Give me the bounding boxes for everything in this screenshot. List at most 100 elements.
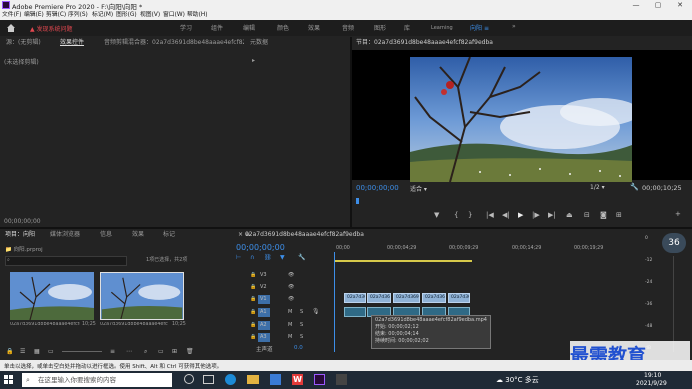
playhead-marker[interactable] bbox=[356, 198, 359, 204]
menu-window[interactable]: 窗口(W) bbox=[163, 11, 185, 20]
track-eye-icon[interactable]: 👁 bbox=[288, 284, 294, 290]
workspace-editing[interactable]: 编辑 bbox=[243, 23, 255, 32]
solo-button[interactable]: S bbox=[300, 309, 303, 315]
export-frame-icon[interactable]: ◙ bbox=[600, 211, 607, 219]
linked-selection-icon[interactable]: ⛓ bbox=[264, 254, 272, 261]
track-label-a2[interactable]: A2 bbox=[258, 321, 270, 330]
workspace-overflow-icon[interactable]: » bbox=[512, 23, 516, 30]
sort-icon[interactable]: ≡ bbox=[110, 348, 115, 355]
task-view-icon[interactable] bbox=[203, 375, 214, 384]
weather-widget[interactable]: ☁ 30°C 多云 bbox=[496, 375, 539, 385]
track-label-v1[interactable]: V1 bbox=[258, 295, 270, 304]
timeline-settings-icon[interactable]: 🔧 bbox=[298, 254, 305, 261]
workspace-effects[interactable]: 效果 bbox=[308, 23, 320, 32]
home-icon[interactable] bbox=[6, 23, 16, 33]
tab-info[interactable]: 信息 bbox=[100, 229, 112, 241]
track-eye-icon[interactable]: 👁 bbox=[288, 272, 294, 278]
track-lock-icon[interactable]: 🔒 bbox=[250, 334, 256, 340]
add-marker-timeline-icon[interactable]: ▼ bbox=[280, 254, 285, 261]
tab-markers[interactable]: 标记 bbox=[163, 229, 175, 241]
premiere-taskbar-icon[interactable] bbox=[314, 374, 325, 385]
insert-sequence-icon[interactable]: ⊢ bbox=[236, 254, 241, 261]
program-scrubber[interactable] bbox=[356, 198, 686, 204]
maximize-button[interactable]: ▢ bbox=[648, 0, 668, 11]
menu-marker[interactable]: 标记(M) bbox=[92, 11, 113, 20]
time-ruler[interactable]: 00;00 00;00;04;29 00;00;09;29 00;00;14;2… bbox=[334, 246, 640, 256]
video-clip[interactable]: 02a7d369 bbox=[393, 293, 420, 303]
project-item-thumbnail[interactable] bbox=[10, 272, 94, 320]
timeline-sequence-tab[interactable]: × 02a7d3691d8be48aaae4efcf82af9edba ≡ bbox=[238, 229, 364, 241]
new-item-icon[interactable]: ⊞ bbox=[172, 348, 177, 355]
zoom-slider[interactable] bbox=[62, 351, 102, 352]
menu-sequence[interactable]: 序列(S) bbox=[68, 11, 88, 20]
workspace-color[interactable]: 颜色 bbox=[277, 23, 289, 32]
workspace-libraries[interactable]: 库 bbox=[404, 23, 410, 32]
file-explorer-icon[interactable] bbox=[247, 375, 259, 384]
menu-clip[interactable]: 剪辑(C) bbox=[46, 11, 66, 20]
fit-dropdown[interactable]: 适合 ▾ bbox=[410, 184, 427, 193]
go-to-out-icon[interactable]: ▶| bbox=[548, 211, 556, 219]
track-lock-icon[interactable]: 🔒 bbox=[250, 296, 256, 302]
workspace-xiangyang[interactable]: 向阳 ≡ bbox=[470, 23, 489, 32]
workspace-graphics[interactable]: 图形 bbox=[374, 23, 386, 32]
cortana-icon[interactable] bbox=[184, 374, 194, 384]
menu-view[interactable]: 视图(V) bbox=[140, 11, 160, 20]
wps-icon[interactable]: W bbox=[292, 374, 303, 385]
add-marker-icon[interactable]: ▼ bbox=[434, 211, 439, 219]
video-clip[interactable]: 02a7d369 bbox=[448, 293, 470, 303]
snap-icon[interactable]: ∩ bbox=[250, 254, 254, 261]
clock-time[interactable]: 19:10 bbox=[644, 372, 661, 379]
tab-metadata[interactable]: 元数据 bbox=[250, 37, 268, 49]
track-lock-icon[interactable]: 🔒 bbox=[250, 272, 256, 278]
tab-media-browser[interactable]: 媒体浏览器 bbox=[50, 229, 80, 241]
workspace-audio[interactable]: 音频 bbox=[342, 23, 354, 32]
taskbar-search-box[interactable]: ⌕ 在这里输入你要搜索的内容 bbox=[22, 373, 172, 387]
program-title[interactable]: 节目：02a7d3691d8be48aaae4efcf82af9edba bbox=[356, 37, 493, 49]
add-button-icon[interactable]: + bbox=[675, 210, 681, 218]
master-track-value[interactable]: 0.0 bbox=[294, 345, 303, 351]
video-clip[interactable]: 02a7d369 bbox=[344, 293, 366, 303]
step-forward-icon[interactable]: |▶ bbox=[532, 211, 540, 219]
tab-project[interactable]: 项目：向阳 bbox=[5, 229, 35, 241]
store-icon[interactable] bbox=[270, 374, 281, 385]
effect-controls-expand-icon[interactable]: ▸ bbox=[252, 57, 255, 64]
mute-button[interactable]: M bbox=[288, 309, 292, 315]
wrench-icon[interactable]: 🔧 bbox=[630, 183, 639, 191]
tab-source[interactable]: 源：(无剪辑) bbox=[6, 37, 41, 49]
menu-edit[interactable]: 编辑(E) bbox=[24, 11, 44, 20]
delete-icon[interactable]: 🗑 bbox=[186, 348, 194, 355]
clock-date[interactable]: 2021/9/29 bbox=[636, 380, 667, 387]
track-eye-icon[interactable]: 👁 bbox=[288, 296, 294, 302]
go-to-in-icon[interactable]: |◀ bbox=[486, 211, 494, 219]
resolution-dropdown[interactable]: 1/2 ▾ bbox=[590, 184, 605, 191]
tab-audio-mixer[interactable]: 音频剪辑混合器：02a7d3691d8be48aaae4efcf82af9edb… bbox=[104, 37, 244, 49]
solo-button[interactable]: S bbox=[300, 322, 303, 328]
play-icon[interactable]: ▶ bbox=[518, 211, 523, 219]
find-icon[interactable]: ⌕ bbox=[144, 348, 147, 356]
automate-icon[interactable]: ⋯ bbox=[126, 348, 132, 355]
meter-scrollbar[interactable] bbox=[673, 256, 674, 352]
timeline-playhead[interactable] bbox=[334, 252, 335, 352]
track-lock-icon[interactable]: 🔒 bbox=[250, 322, 256, 328]
voiceover-mic-icon[interactable]: 🎙 bbox=[312, 308, 320, 315]
tab-effects[interactable]: 效果 bbox=[132, 229, 144, 241]
windows-start-icon[interactable] bbox=[4, 375, 14, 385]
track-label-a1[interactable]: A1 bbox=[258, 308, 270, 317]
mark-out-icon[interactable]: } bbox=[468, 211, 472, 219]
system-warning[interactable]: ▲ 发现系统问题 bbox=[30, 24, 73, 33]
icon-view-icon[interactable]: ▦ bbox=[34, 348, 40, 355]
workspace-assembly[interactable]: 组件 bbox=[211, 23, 223, 32]
menu-help[interactable]: 帮助(H) bbox=[187, 11, 207, 20]
menu-graphics[interactable]: 图形(G) bbox=[116, 11, 137, 20]
track-lock-icon[interactable]: 🔒 bbox=[250, 309, 256, 315]
edge-browser-icon[interactable] bbox=[225, 374, 236, 385]
minimize-button[interactable]: — bbox=[626, 0, 646, 11]
mute-button[interactable]: M bbox=[288, 322, 292, 328]
tab-effect-controls[interactable]: 效果控件 bbox=[60, 37, 84, 49]
program-timecode[interactable]: 00;00;00;00 bbox=[356, 184, 399, 192]
mark-in-icon[interactable]: { bbox=[454, 211, 458, 219]
extract-icon[interactable]: ⊟ bbox=[584, 211, 590, 219]
lock-icon[interactable]: 🔒 bbox=[6, 348, 13, 355]
button-editor-icon[interactable]: ⊞ bbox=[616, 211, 622, 219]
solo-button[interactable]: S bbox=[300, 334, 303, 340]
